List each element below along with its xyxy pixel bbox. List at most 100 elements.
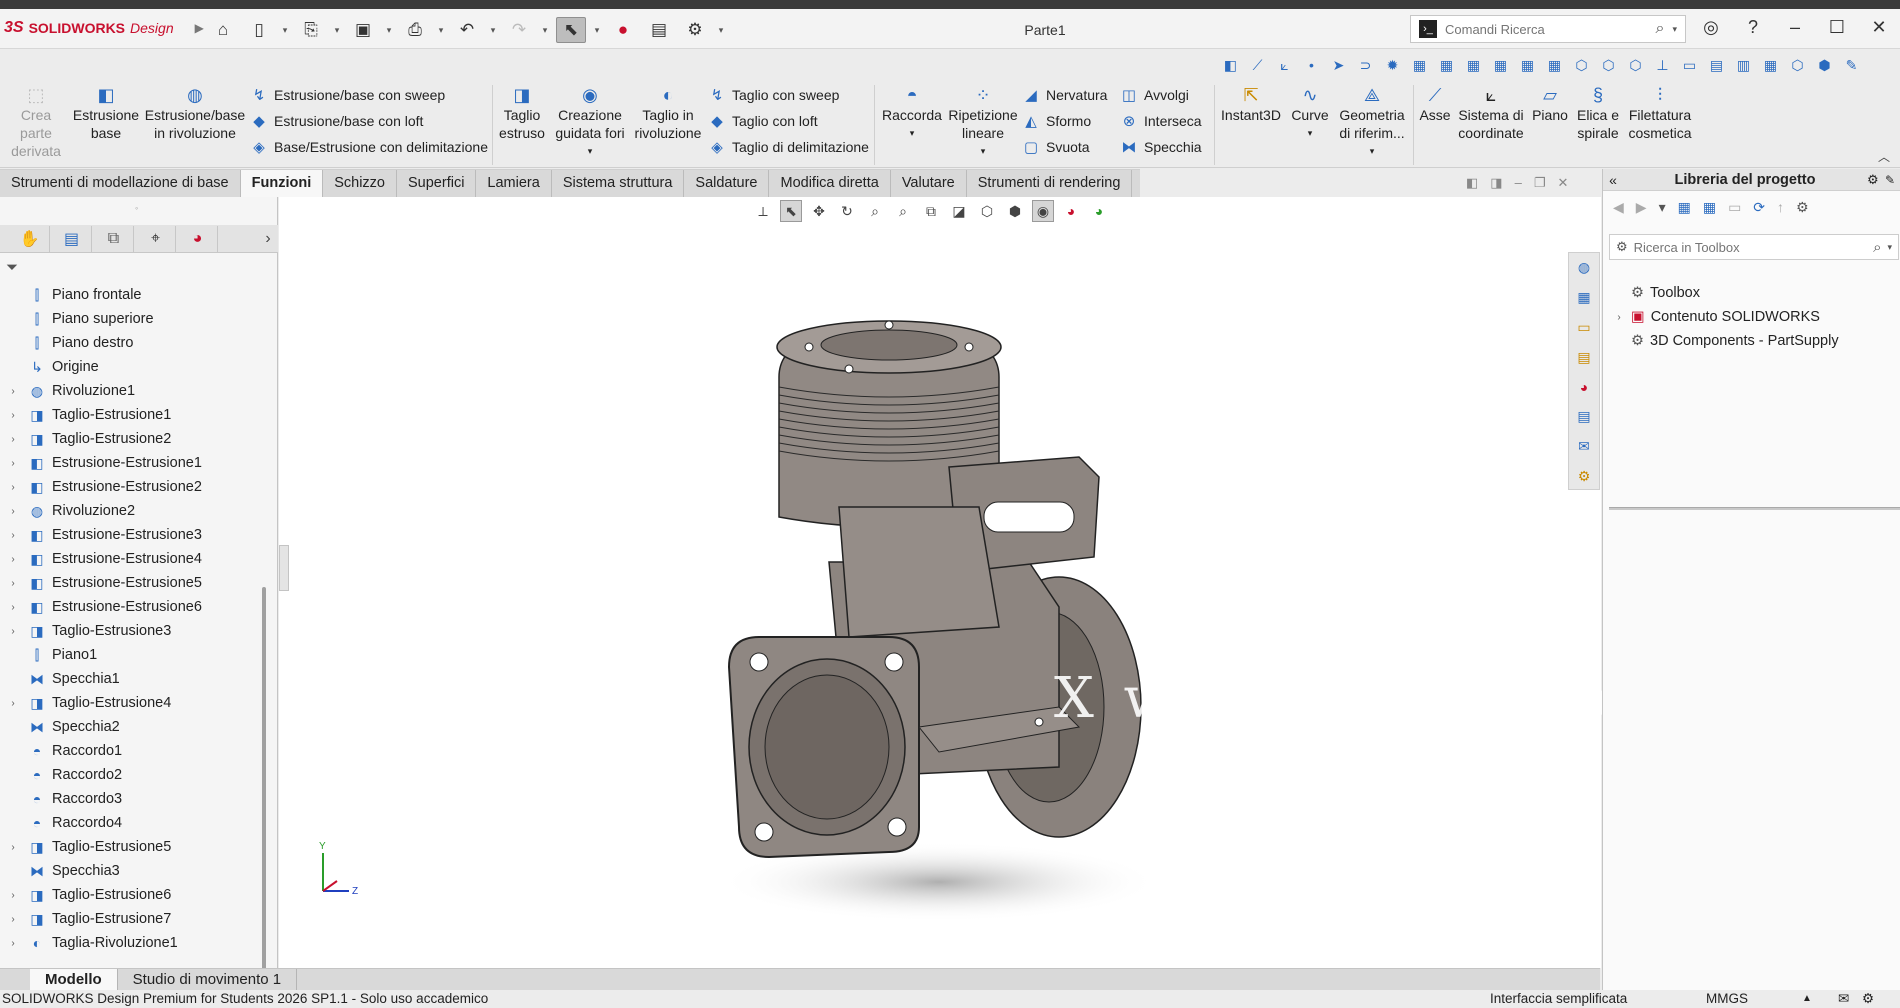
account-icon[interactable]: ◎	[1700, 17, 1722, 38]
file-props-icon[interactable]: ▤	[644, 17, 674, 43]
expand-arrow-icon[interactable]: ›	[6, 482, 20, 493]
viewport-prev-icon[interactable]: ◧	[1466, 175, 1478, 191]
status-settings-icon[interactable]: ⚙	[1862, 990, 1874, 1008]
loft-button[interactable]: ◆ Estrusione/base con loft	[250, 109, 423, 133]
search-caret-icon[interactable]: ▾	[1887, 242, 1892, 253]
view-back-icon[interactable]: ▦	[1436, 55, 1457, 76]
expand-arrow-icon[interactable]: ›	[6, 578, 20, 589]
extrude-quick-icon[interactable]: ◧	[1220, 55, 1241, 76]
pan-icon[interactable]: ✥	[808, 200, 830, 222]
expand-arrow-icon[interactable]: ›	[6, 626, 20, 637]
viewport-minimize-icon[interactable]: –	[1515, 175, 1522, 191]
status-units[interactable]: MMGS	[1706, 990, 1748, 1008]
boundary-boss-button[interactable]: ◈ Base/Estrusione con delimitazione	[250, 135, 488, 159]
back-icon[interactable]: ◀	[1613, 199, 1624, 216]
status-interface-mode[interactable]: Interfaccia semplificata	[1490, 990, 1627, 1008]
tab-schizzo[interactable]: Schizzo	[323, 170, 397, 197]
gear-quick-icon[interactable]: ✹	[1382, 55, 1403, 76]
expand-arrow-icon[interactable]: ›	[6, 602, 20, 613]
redo-caret-icon[interactable]: ▾	[540, 25, 550, 36]
print-icon[interactable]: ⎙	[400, 17, 430, 43]
help-icon[interactable]: ?	[1742, 17, 1764, 38]
more-tabs-icon[interactable]: ›	[258, 226, 278, 252]
view-bottom-icon[interactable]: ▦	[1544, 55, 1565, 76]
property-manager-tab-icon[interactable]: ▤	[52, 225, 92, 252]
tree-item[interactable]: ◓ Raccordo4	[0, 811, 258, 835]
view-top-icon[interactable]: ▦	[1517, 55, 1538, 76]
nervatura-button[interactable]: ◢ Nervatura	[1022, 83, 1107, 107]
select-caret-icon[interactable]: ▾	[592, 25, 602, 36]
configuration-manager-tab-icon[interactable]: ⧉	[94, 225, 134, 252]
point-quick-icon[interactable]: •	[1301, 55, 1322, 76]
graphics-area[interactable]: X www. 3dmox. c Y Z	[279, 197, 1625, 968]
custom-properties-icon[interactable]: ▤	[1571, 404, 1597, 430]
search-icon[interactable]: ⌕	[1873, 239, 1881, 256]
tab-modifica-diretta[interactable]: Modifica diretta	[769, 170, 891, 197]
tree-item[interactable]: › ◧ Estrusione-Estrusione6	[0, 595, 258, 619]
section-view-icon[interactable]: ◪	[948, 200, 970, 222]
view-right-icon[interactable]: ▦	[1490, 55, 1511, 76]
piano-button[interactable]: ▱ Piano	[1530, 84, 1570, 124]
history-caret-icon[interactable]: ▾	[1659, 199, 1666, 216]
design-library-icon[interactable]: ▦	[1571, 285, 1597, 311]
options-icon[interactable]: ⚙	[680, 17, 710, 43]
tab-sistema-struttura[interactable]: Sistema struttura	[552, 170, 685, 197]
tree-item[interactable]: › ◧ Estrusione-Estrusione3	[0, 523, 258, 547]
up-icon[interactable]: ↑	[1777, 199, 1784, 216]
expand-arrow-icon[interactable]: ›	[6, 842, 20, 853]
sketch-tools-icon[interactable]: ✎	[1841, 55, 1862, 76]
previous-view-icon[interactable]: ⧉	[920, 200, 942, 222]
elica-button[interactable]: § Elica e spirale	[1572, 84, 1624, 142]
tree-item[interactable]: ⫿ Piano destro	[0, 331, 258, 355]
crea-parte-derivata-button[interactable]: ⬚ Crea parte derivata	[11, 84, 61, 160]
arrow-quick-icon[interactable]: ➤	[1328, 55, 1349, 76]
collapse-ribbon-icon[interactable]: ︿	[1878, 148, 1890, 165]
open-caret-icon[interactable]: ▾	[332, 25, 342, 36]
viewport-close-icon[interactable]: ✕	[1557, 175, 1568, 191]
select-hud-icon[interactable]: ⬉	[780, 200, 802, 222]
view-dimetric-icon[interactable]: ⬡	[1625, 55, 1646, 76]
filettatura-button[interactable]: ⫶ Filettatura cosmetica	[1626, 84, 1694, 142]
create-folder-icon[interactable]: ▭	[1728, 199, 1741, 216]
expand-arrow-icon[interactable]: ›	[6, 506, 20, 517]
minimize-icon[interactable]: –	[1784, 17, 1806, 38]
svuota-button[interactable]: ▢ Svuota	[1022, 135, 1090, 159]
expand-arrow-icon[interactable]: ›	[6, 458, 20, 469]
zoom-fit-icon[interactable]: ⌕	[892, 200, 914, 222]
appearance-icon[interactable]: ◕	[1060, 200, 1082, 222]
expand-arrow-icon[interactable]: ›	[6, 530, 20, 541]
library-item[interactable]: ⚙ 3D Components - PartSupply	[1613, 329, 1839, 353]
two-view-v-icon[interactable]: ▥	[1733, 55, 1754, 76]
tab-strumenti-modellazione[interactable]: Strumenti di modellazione di base	[0, 170, 241, 197]
maximize-icon[interactable]: ☐	[1826, 17, 1848, 38]
estrusione-base-button[interactable]: ◧ Estrusione base	[72, 84, 140, 142]
tab-superfici[interactable]: Superfici	[397, 170, 477, 197]
undo-caret-icon[interactable]: ▾	[488, 25, 498, 36]
instant3d-button[interactable]: ⇱ Instant3D	[1218, 84, 1284, 124]
tree-item[interactable]: › ◐ Taglia-Rivoluzione1	[0, 931, 258, 955]
toolbox-search-input[interactable]	[1633, 239, 1868, 255]
view-left-icon[interactable]: ▦	[1463, 55, 1484, 76]
curve-button[interactable]: ∿ Curve ▾	[1288, 84, 1332, 142]
view-trimetric-icon[interactable]: ⬡	[1598, 55, 1619, 76]
panel-divider[interactable]	[1609, 507, 1900, 510]
zoom-area-icon[interactable]: ⌕	[864, 200, 886, 222]
tree-item[interactable]: ⫿ Piano frontale	[0, 283, 258, 307]
asse-button[interactable]: ⟋ Asse	[1418, 84, 1452, 124]
add-file-location-icon[interactable]: ▦	[1703, 199, 1716, 216]
filter-icon[interactable]: ⏷	[6, 259, 18, 276]
tree-item[interactable]: › ◨ Taglio-Estrusione6	[0, 883, 258, 907]
expand-arrow-icon[interactable]: ›	[6, 434, 20, 445]
tree-item[interactable]: ⧓ Specchia2	[0, 715, 258, 739]
undo-icon[interactable]: ↶	[452, 17, 482, 43]
select-icon[interactable]: ⬉	[556, 17, 586, 43]
taglio-estruso-button[interactable]: ◨ Taglio estruso	[497, 84, 547, 142]
tab-lamiera[interactable]: Lamiera	[476, 170, 552, 197]
expand-arrow-icon[interactable]: ›	[6, 938, 20, 949]
tree-item[interactable]: ↳ Origine	[0, 355, 258, 379]
single-view-icon[interactable]: ▭	[1679, 55, 1700, 76]
dimxpert-tab-icon[interactable]: ⌖	[136, 225, 176, 252]
tree-item[interactable]: › ◍ Rivoluzione2	[0, 499, 258, 523]
expand-arrow-icon[interactable]: ›	[6, 386, 20, 397]
normal-to-icon[interactable]: ⊥	[1652, 55, 1673, 76]
